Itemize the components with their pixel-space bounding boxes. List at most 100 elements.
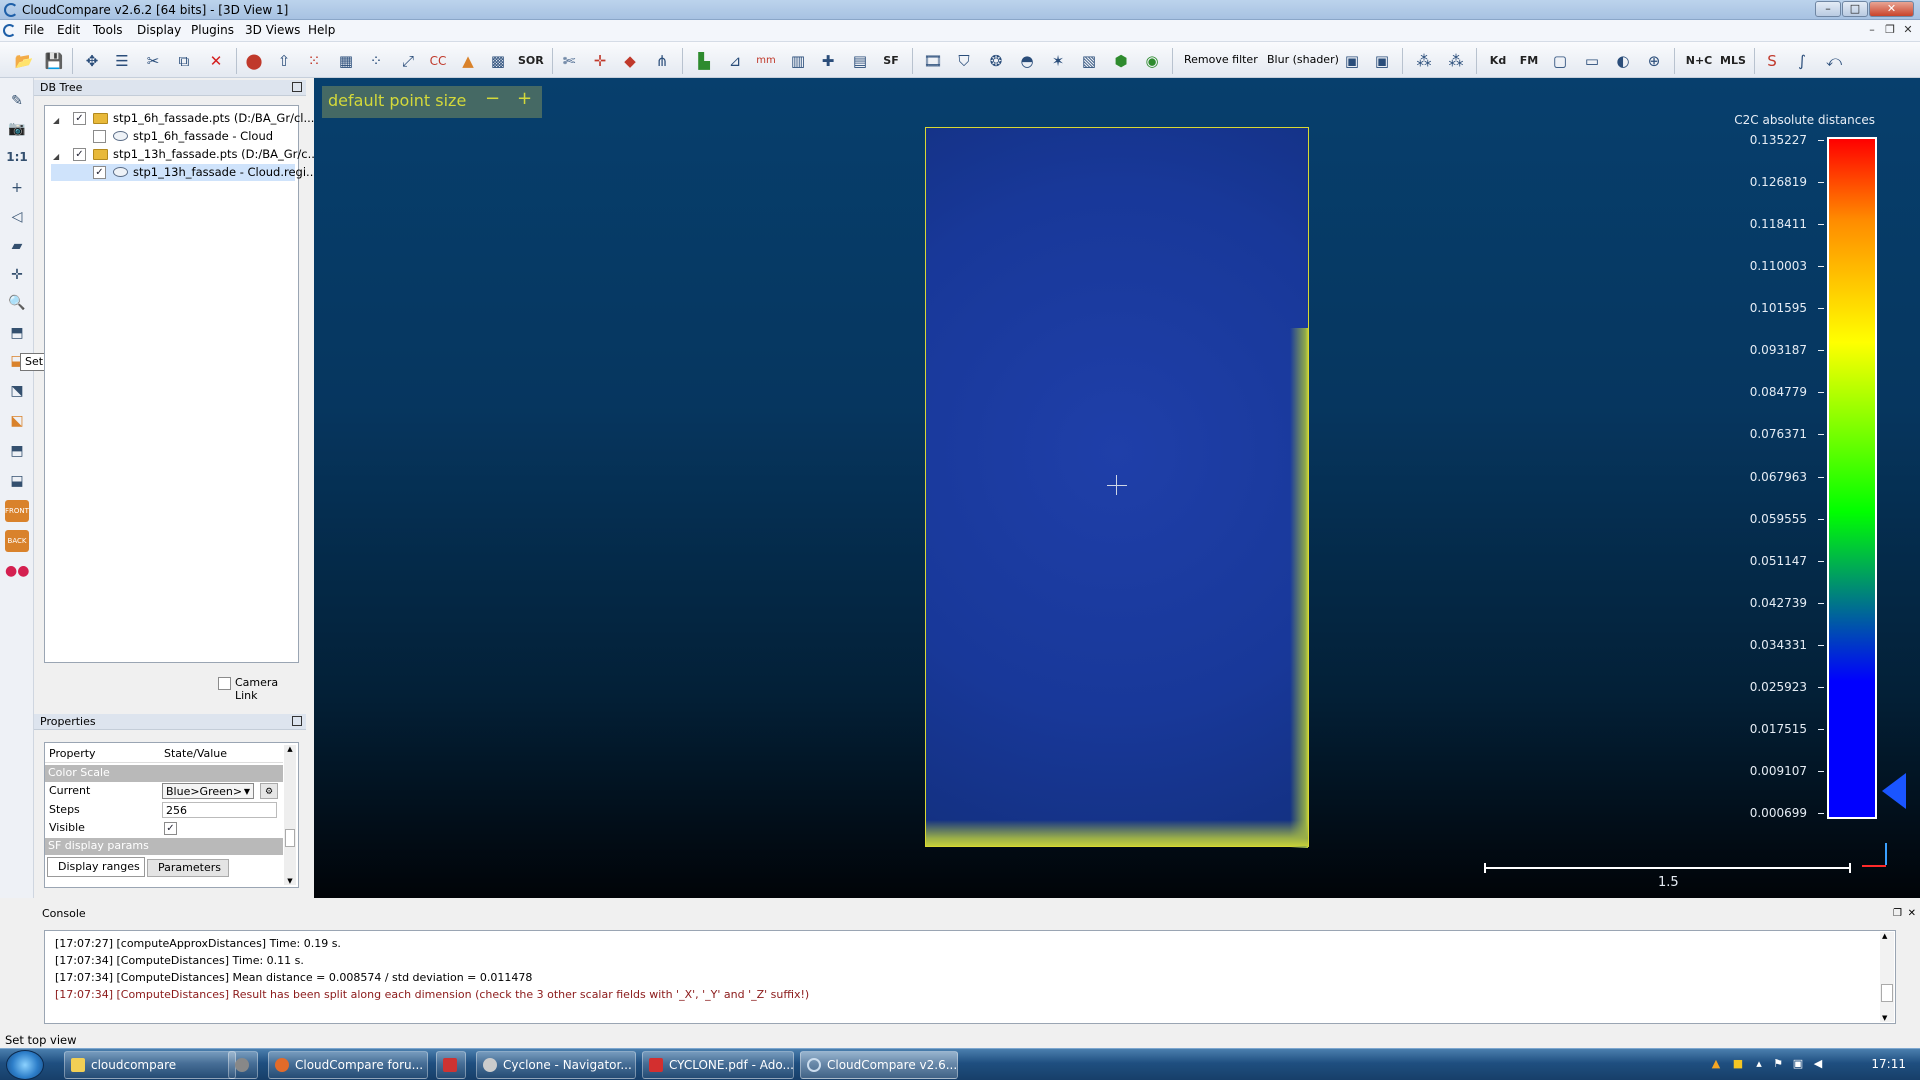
mesh-icon[interactable]: ▦ [334,50,358,72]
mdi-minimize-button[interactable]: – [1864,23,1880,38]
shield-icon[interactable]: ⛉ [952,50,976,72]
checkerboard-icon[interactable]: ▩ [486,50,510,72]
normals-icon[interactable]: ⇧ [272,50,296,72]
object-mode-icon[interactable]: ▰ [5,235,29,257]
zoom-one-to-one-icon[interactable]: 1:1 [5,146,29,168]
hpr-icon[interactable]: ◓ [1015,50,1039,72]
subsample-icon[interactable]: ⁙ [302,50,326,72]
volume-icon[interactable]: ◀ [1811,1057,1825,1071]
start-button[interactable] [6,1050,44,1080]
float-panel-icon[interactable]: ❐ [1893,906,1902,921]
undo-icon[interactable]: ⤺ [1822,50,1846,72]
sample-points-icon[interactable]: ⁘ [364,50,388,72]
color-scale-dropdown[interactable]: Blue>Green> ▼ [162,783,254,799]
translate-rotate-icon[interactable]: ✛ [588,50,612,72]
stereo-icon[interactable]: ●● [5,560,29,582]
scrollbar-thumb[interactable] [1881,984,1893,1002]
fast-marching-icon[interactable]: FM [1517,50,1541,72]
open-icon[interactable]: 📂 [12,50,36,72]
increase-point-size-button[interactable]: + [517,88,532,109]
eye-dome-icon[interactable]: ▣ [1340,50,1364,72]
ssao-icon[interactable]: ▣ [1370,50,1394,72]
canupo-classify-icon[interactable]: ⁂ [1444,50,1468,72]
tray-icon[interactable]: ▲ [1709,1057,1723,1071]
iso-view-icon[interactable]: ⬓ [5,470,29,492]
mdi-close-button[interactable]: ✕ [1900,23,1916,38]
scrollbar-thumb[interactable] [285,829,295,847]
scroll-up-icon[interactable]: ▲ [1882,932,1887,940]
normals-color-icon[interactable]: N+C [1684,50,1714,72]
sor-filter-icon[interactable]: SOR [518,50,544,72]
point-list-icon[interactable]: ☰ [110,50,134,72]
clock[interactable]: 17:11 [1871,1057,1906,1071]
perspective-icon[interactable]: ◁ [5,206,29,228]
blur-shader-button[interactable]: Blur (shader) [1267,53,1339,66]
left-view-icon[interactable]: ⬔ [5,380,29,402]
globe-icon[interactable]: ⊕ [1642,50,1666,72]
tree-checkbox[interactable]: ✓ [73,112,86,125]
sphere-icon[interactable]: ◐ [1611,50,1635,72]
ransac-icon[interactable]: ◉ [1140,50,1164,72]
close-icon[interactable]: ✕ [1908,906,1916,921]
poisson-icon[interactable]: ⬢ [1109,50,1133,72]
maximize-button[interactable]: □ [1842,1,1868,17]
tree-checkbox[interactable] [93,130,106,143]
decrease-point-size-button[interactable]: − [485,88,500,109]
mdi-restore-button[interactable]: ❐ [1882,23,1898,38]
scroll-up-icon[interactable]: ▲ [285,745,295,753]
merge-icon[interactable]: ⬤ [242,50,266,72]
front-iso-icon[interactable]: FRONT [5,500,29,522]
taskbar-item-pdf[interactable]: CYCLONE.pdf - Ado... [642,1051,794,1079]
mls-icon[interactable]: MLS [1718,50,1748,72]
taskbar-item-app[interactable] [436,1051,466,1079]
gradient-icon[interactable]: ⊿ [723,50,747,72]
tree-checkbox[interactable]: ✓ [73,148,86,161]
menu-display[interactable]: Display [137,23,181,37]
point-picking-icon[interactable]: ✥ [80,50,104,72]
right-view-icon[interactable]: ⬕ [5,410,29,432]
float-panel-icon[interactable] [292,82,302,92]
tab-display-ranges[interactable]: Display ranges [47,857,145,877]
canupo-create-icon[interactable]: ⁂ [1412,50,1436,72]
histogram-icon[interactable]: ▙ [692,50,716,72]
delete-icon[interactable]: ✕ [204,50,228,72]
bottom-view-icon[interactable]: ⬒ [5,440,29,462]
swirl-icon[interactable]: ❂ [984,50,1008,72]
align-icon[interactable]: ⋔ [650,50,674,72]
tray-icon[interactable]: ■ [1731,1057,1745,1071]
menu-edit[interactable]: Edit [57,23,80,37]
remove-filter-button[interactable]: Remove filter [1184,53,1258,66]
back-iso-icon[interactable]: BACK [5,530,29,552]
registration-icon[interactable]: ⤢ [396,50,420,72]
menu-file[interactable]: File [24,23,44,37]
properties-scrollbar[interactable]: ▲ ▼ [284,745,296,885]
tree-checkbox[interactable]: ✓ [93,166,106,179]
taskbar-item-app[interactable] [228,1051,258,1079]
gear-icon[interactable]: ⚙ [260,783,278,799]
picking-icon[interactable]: ✎ [5,90,29,112]
s-curve-icon[interactable]: S [1760,50,1784,72]
calculator-icon[interactable]: ▤ [848,50,872,72]
pivot-icon[interactable]: ✛ [5,264,29,286]
visible-checkbox[interactable]: ✓ [164,822,177,835]
add-sf-icon[interactable]: ✚ [816,50,840,72]
tree-item-cloud-13h-selected[interactable]: ✓ stp1_13h_fassade - Cloud.regi... [51,164,317,181]
camera-link-checkbox[interactable] [218,677,231,690]
network-icon[interactable]: ▣ [1791,1057,1805,1071]
float-panel-icon[interactable] [292,716,302,726]
point-cloud-bounding-box[interactable] [925,127,1309,848]
lighting-icon[interactable]: ▲ [456,50,480,72]
camera-icon[interactable]: 📷 [5,118,29,140]
save-icon[interactable]: 💾 [42,50,66,72]
min-max-icon[interactable]: mm [754,50,778,72]
console-scrollbar[interactable]: ▲ ▼ [1880,932,1894,1022]
taskbar-item-cyclone[interactable]: Cyclone - Navigator... [476,1051,636,1079]
plane-icon[interactable]: ◆ [618,50,642,72]
tab-parameters[interactable]: Parameters [147,859,229,877]
taskbar-item-explorer[interactable]: cloudcompare [64,1051,236,1079]
scroll-down-icon[interactable]: ▼ [1882,1014,1887,1022]
crop-icon[interactable]: ✄ [557,50,581,72]
taskbar-item-cloudcompare[interactable]: CloudCompare v2.6.... [800,1051,958,1079]
film-icon[interactable]: 🎞 [921,50,945,72]
csf-icon[interactable]: ▭ [1580,50,1604,72]
